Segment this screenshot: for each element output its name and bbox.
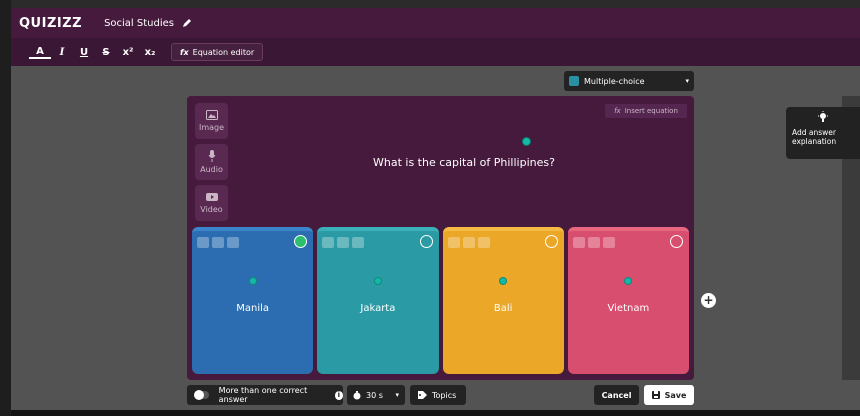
image-icon[interactable] (462, 237, 475, 248)
function-icon[interactable] (477, 237, 490, 248)
info-icon[interactable]: i (334, 390, 343, 400)
format-toolbar: A I U S x² x₂ fx Equation editor (11, 38, 860, 66)
text-color-button[interactable]: A (29, 46, 51, 59)
option-toolbar (197, 237, 239, 248)
lightbulb-icon (818, 111, 828, 122)
topics-label: Topics (432, 390, 457, 400)
subscript-button[interactable]: x₂ (139, 47, 161, 58)
answer-option[interactable]: Vietnam (567, 227, 689, 374)
time-limit-dropdown[interactable]: 30 s ▾ (347, 385, 405, 405)
function-icon: fx (180, 47, 189, 57)
left-edge (0, 0, 11, 416)
pencil-icon[interactable] (182, 18, 192, 28)
insert-equation-label: Insert equation (624, 107, 678, 115)
video-icon (205, 193, 218, 201)
function-icon[interactable] (227, 237, 239, 248)
option-toolbar (447, 237, 490, 248)
image-icon (205, 110, 218, 120)
insert-equation-button[interactable]: fx Insert equation (605, 104, 687, 118)
header-bar: QUIZIZZ Social Studies (11, 8, 860, 38)
cancel-button[interactable]: Cancel (594, 385, 639, 405)
image-icon[interactable] (337, 237, 350, 248)
answer-text[interactable]: Vietnam (568, 303, 689, 314)
grammarly-icon[interactable] (248, 277, 257, 285)
save-label: Save (664, 390, 687, 400)
add-answer-explanation-button[interactable]: Add answer explanation (786, 107, 860, 159)
question-editor: Image Audio Video fx Insert equation Wha… (187, 96, 694, 380)
time-limit-value: 30 s (366, 390, 383, 400)
function-icon[interactable] (602, 237, 615, 248)
grammarly-icon[interactable] (499, 277, 508, 285)
equation-editor-label: Equation editor (192, 47, 255, 57)
save-icon (651, 391, 660, 399)
strikethrough-button[interactable]: S (95, 47, 117, 58)
cancel-label: Cancel (601, 390, 632, 400)
italic-button[interactable]: I (51, 47, 73, 58)
microphone-icon (208, 150, 215, 162)
answer-text[interactable]: Manila (192, 303, 313, 314)
add-option-button[interactable]: + (701, 293, 716, 308)
correct-answer-check-icon[interactable] (294, 235, 308, 248)
topics-button[interactable]: Topics (410, 385, 466, 405)
underline-button[interactable]: U (73, 47, 95, 58)
add-audio-button[interactable]: Audio (195, 144, 228, 180)
quizizz-logo[interactable]: QUIZIZZ (19, 16, 82, 31)
quiz-title[interactable]: Social Studies (104, 18, 174, 29)
image-label: Image (198, 123, 225, 132)
bottom-strip (11, 410, 860, 416)
multi-correct-toggle-group: More than one correct answer i (187, 385, 343, 405)
option-toolbar (572, 237, 615, 248)
superscript-button[interactable]: x² (117, 47, 139, 58)
delete-icon[interactable] (572, 237, 585, 248)
save-button[interactable]: Save (644, 385, 694, 405)
option-toolbar (322, 237, 365, 248)
answer-text[interactable]: Jakarta (317, 303, 438, 314)
delete-icon[interactable] (197, 237, 209, 248)
tag-icon (418, 391, 427, 399)
function-icon: fx (614, 107, 621, 115)
app-frame: QUIZIZZ Social Studies A I U S x² x₂ fx … (0, 0, 860, 416)
checklist-icon (569, 76, 579, 86)
chevron-down-icon: ▾ (685, 77, 689, 85)
multi-correct-toggle[interactable] (194, 390, 209, 400)
function-icon[interactable] (352, 237, 365, 248)
question-text[interactable]: What is the capital of Phillipines? (373, 156, 555, 169)
add-image-button[interactable]: Image (195, 103, 228, 139)
stopwatch-icon (353, 390, 361, 399)
answer-option[interactable]: Manila (192, 227, 314, 374)
image-icon[interactable] (587, 237, 600, 248)
correct-answer-check-icon[interactable] (670, 235, 683, 248)
grammarly-icon[interactable] (522, 137, 531, 146)
add-video-button[interactable]: Video (195, 185, 228, 221)
image-icon[interactable] (212, 237, 224, 248)
audio-label: Audio (200, 165, 223, 174)
answer-option[interactable]: Jakarta (317, 227, 439, 374)
explanation-label: Add answer explanation (792, 128, 837, 146)
grammarly-icon[interactable] (373, 277, 382, 285)
answer-text[interactable]: Bali (443, 303, 564, 314)
correct-answer-check-icon[interactable] (419, 235, 433, 248)
correct-answer-check-icon[interactable] (544, 235, 558, 248)
delete-icon[interactable] (322, 237, 335, 248)
multi-correct-label: More than one correct answer (218, 386, 308, 404)
answer-options: Manila Jakarta Bali Vietnam (192, 227, 689, 374)
delete-icon[interactable] (447, 237, 460, 248)
question-type-dropdown[interactable]: Multiple-choice ▾ (564, 71, 694, 91)
video-label: Video (200, 205, 223, 214)
grammarly-icon[interactable] (624, 277, 633, 285)
question-type-label: Multiple-choice (584, 76, 645, 86)
chevron-down-icon: ▾ (395, 391, 399, 399)
equation-editor-button[interactable]: fx Equation editor (171, 43, 264, 61)
answer-option[interactable]: Bali (442, 227, 564, 374)
